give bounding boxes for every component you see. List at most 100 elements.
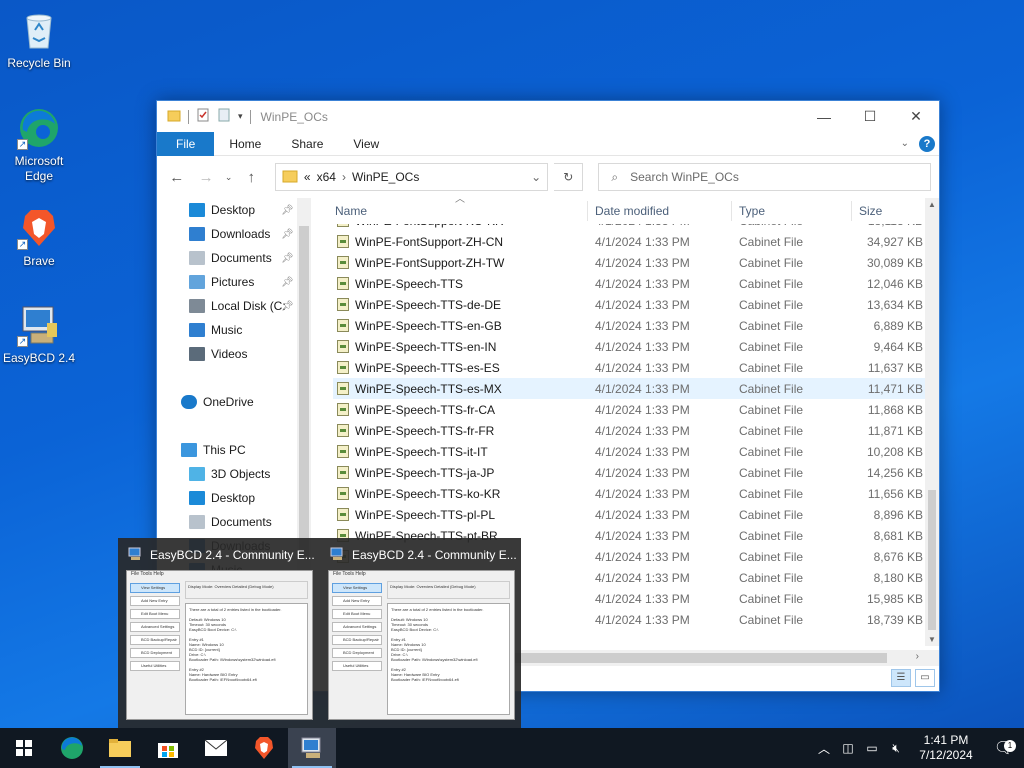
file-row[interactable]: WinPE-Speech-TTS-fr-CA 4/1/2024 1:33 PM Ca… [333, 399, 925, 420]
file-row[interactable]: WinPE-Speech-TTS-fr-FR 4/1/2024 1:33 PM Ca… [333, 420, 925, 441]
search-box[interactable]: ⌕ Search WinPE_OCs [598, 163, 932, 191]
file-row[interactable]: WinPE-Speech-TTS-en-GB 4/1/2024 1:33 PM Ca… [333, 315, 925, 336]
action-center-button[interactable]: 🗨︎ 1 [984, 738, 1024, 758]
tab-file[interactable]: File [157, 131, 215, 156]
back-arrow-icon[interactable]: ← [165, 169, 188, 186]
nav-item[interactable]: Music [157, 318, 311, 342]
nav-item[interactable]: Downloads 📌︎ [157, 222, 311, 246]
details-view-icon[interactable]: ☰ [891, 669, 911, 687]
expand-ribbon-icon[interactable]: ⌄ [901, 138, 909, 149]
nav-item[interactable]: Desktop 📌︎ [157, 198, 311, 222]
file-row[interactable]: WinPE-Speech-TTS-ja-JP 4/1/2024 1:33 PM Ca… [333, 462, 925, 483]
taskbar-brave[interactable] [240, 728, 288, 768]
file-row[interactable]: WinPE-FontSupport-ZH-CN 4/1/2024 1:33 PM C… [333, 231, 925, 252]
3d-objects-icon [189, 467, 205, 481]
column-name[interactable]: Name [335, 204, 367, 218]
scroll-up-icon[interactable]: ▲ [925, 200, 939, 209]
taskbar-mail[interactable] [192, 728, 240, 768]
window-thumbnail[interactable]: EasyBCD 2.4 - Community E... File Tools … [118, 538, 316, 728]
close-button[interactable]: ✕ [893, 101, 939, 132]
file-name: WinPE-FontSupport-ZH-CN [355, 235, 504, 249]
address-bar[interactable]: « x64 › WinPE_OCs ⌄ [274, 163, 549, 191]
help-icon[interactable]: ? [919, 135, 935, 152]
show-hidden-icons-icon[interactable]: ︿ [812, 740, 836, 757]
column-divider[interactable] [587, 201, 588, 221]
desktop-icon [189, 203, 205, 217]
taskbar-file-explorer[interactable] [96, 728, 144, 768]
file-row[interactable]: WinPE-Speech-TTS-pl-PL 4/1/2024 1:33 PM Ca… [333, 504, 925, 525]
column-size[interactable]: Size [859, 204, 882, 218]
taskbar-easybcd[interactable] [288, 728, 336, 768]
clock[interactable]: 1:41 PM 7/12/2024 [908, 733, 984, 763]
breadcrumb-overflow[interactable]: « [304, 170, 311, 184]
breadcrumb-x64[interactable]: x64 [317, 170, 336, 184]
file-type: Cabinet File [739, 508, 804, 522]
store-icon [158, 743, 178, 758]
customize-qat-icon[interactable]: ▾ [238, 111, 243, 122]
tab-view[interactable]: View [338, 132, 394, 156]
nav-item[interactable]: Videos [157, 342, 311, 366]
properties-icon[interactable] [196, 108, 210, 125]
desktop-icon-brave[interactable]: ↗ Brave [1, 206, 77, 269]
start-button[interactable] [0, 728, 48, 768]
forward-arrow-icon[interactable]: → [194, 169, 217, 186]
desktop-icon-edge[interactable]: ↗ Microsoft Edge [1, 106, 77, 184]
file-row[interactable]: WinPE-Speech-TTS-it-IT 4/1/2024 1:33 PM Ca… [333, 441, 925, 462]
nav-item[interactable]: OneDrive [157, 390, 311, 414]
tab-share[interactable]: Share [276, 132, 338, 156]
volume-muted-icon[interactable]: 🔇︎ [884, 741, 908, 756]
column-type[interactable]: Type [739, 204, 765, 218]
file-row[interactable]: WinPE-Speech-TTS 4/1/2024 1:33 PM Cabinet … [333, 273, 925, 294]
nav-item[interactable]: This PC [157, 438, 311, 462]
file-row[interactable]: WinPE-Speech-TTS-en-IN 4/1/2024 1:33 PM Ca… [333, 336, 925, 357]
desktop-icon-easybcd[interactable]: ↗ EasyBCD 2.4 [1, 303, 77, 366]
search-input[interactable]: Search WinPE_OCs [630, 170, 739, 184]
file-row[interactable]: WinPE-Speech-TTS-de-DE 4/1/2024 1:33 PM Ca… [333, 294, 925, 315]
file-list-scrollbar[interactable]: ▲ ▼ [925, 198, 939, 646]
thumbnail-title: EasyBCD 2.4 - Community E... [352, 548, 517, 562]
file-row[interactable]: WinPE-FontSupport-ZH-TW 4/1/2024 1:33 PM C… [333, 252, 925, 273]
recent-locations-icon[interactable]: ⌄ [224, 172, 234, 183]
refresh-button[interactable]: ↻ [554, 163, 584, 191]
file-date-modified: 4/1/2024 1:33 PM [595, 277, 690, 291]
file-row[interactable]: WinPE-Speech-TTS-es-MX 4/1/2024 1:33 PM Ca… [333, 378, 925, 399]
desktop-icon-recycle-bin[interactable]: Recycle Bin [1, 8, 77, 71]
network-icon[interactable]: ▭ [860, 741, 884, 755]
window-thumbnail[interactable]: EasyBCD 2.4 - Community E... File Tools … [320, 538, 518, 728]
nav-item[interactable]: Pictures 📌︎ [157, 270, 311, 294]
file-name: WinPE-Speech-TTS-es-MX [355, 382, 502, 396]
column-divider[interactable] [851, 201, 852, 221]
nav-item[interactable]: Documents 📌︎ [157, 246, 311, 270]
file-date-modified: 4/1/2024 1:33 PM [595, 550, 690, 564]
tab-home[interactable]: Home [214, 132, 276, 156]
mini-side-button: BCD Backup/Repair [130, 635, 180, 645]
column-date-modified[interactable]: Date modified [595, 204, 669, 218]
file-row[interactable]: WinPE-FontSupport-KO-KR 4/1/2024 1:33 PM C… [333, 224, 925, 231]
chevron-down-icon[interactable]: ⌄ [531, 170, 541, 184]
thumbnail-preview: File Tools Help View Settings Add New Ent… [126, 570, 313, 720]
file-size: 30,089 KB [866, 256, 923, 270]
refresh-icon: ↻ [563, 170, 574, 184]
taskbar-edge[interactable] [48, 728, 96, 768]
cabinet-file-icon [337, 382, 349, 395]
minimize-button[interactable]: — [801, 101, 847, 132]
up-arrow-icon[interactable]: ↑ [240, 169, 263, 186]
large-icons-view-icon[interactable]: ▭ [915, 669, 935, 687]
title-bar[interactable]: ▾ WinPE_OCs — ☐ ✕ [157, 101, 939, 132]
file-date-modified: 4/1/2024 1:33 PM [595, 224, 690, 228]
file-row[interactable]: WinPE-Speech-TTS-es-ES 4/1/2024 1:33 PM Ca… [333, 357, 925, 378]
column-divider[interactable] [731, 201, 732, 221]
scroll-right-icon[interactable]: › [916, 651, 919, 662]
nav-item[interactable]: 3D Objects [157, 462, 311, 486]
new-folder-icon[interactable] [217, 108, 231, 125]
nav-item[interactable]: Desktop [157, 486, 311, 510]
nav-item[interactable]: Local Disk (C: 📌︎ [157, 294, 311, 318]
breadcrumb-winpe-ocs[interactable]: WinPE_OCs [352, 170, 419, 184]
taskbar-store[interactable] [144, 728, 192, 768]
meet-now-icon[interactable]: ◫ [836, 741, 860, 755]
maximize-button[interactable]: ☐ [847, 101, 893, 132]
file-row[interactable]: WinPE-Speech-TTS-ko-KR 4/1/2024 1:33 PM Ca… [333, 483, 925, 504]
scroll-down-icon[interactable]: ▼ [925, 635, 939, 644]
file-type: Cabinet File [739, 550, 804, 564]
nav-item[interactable]: Documents [157, 510, 311, 534]
